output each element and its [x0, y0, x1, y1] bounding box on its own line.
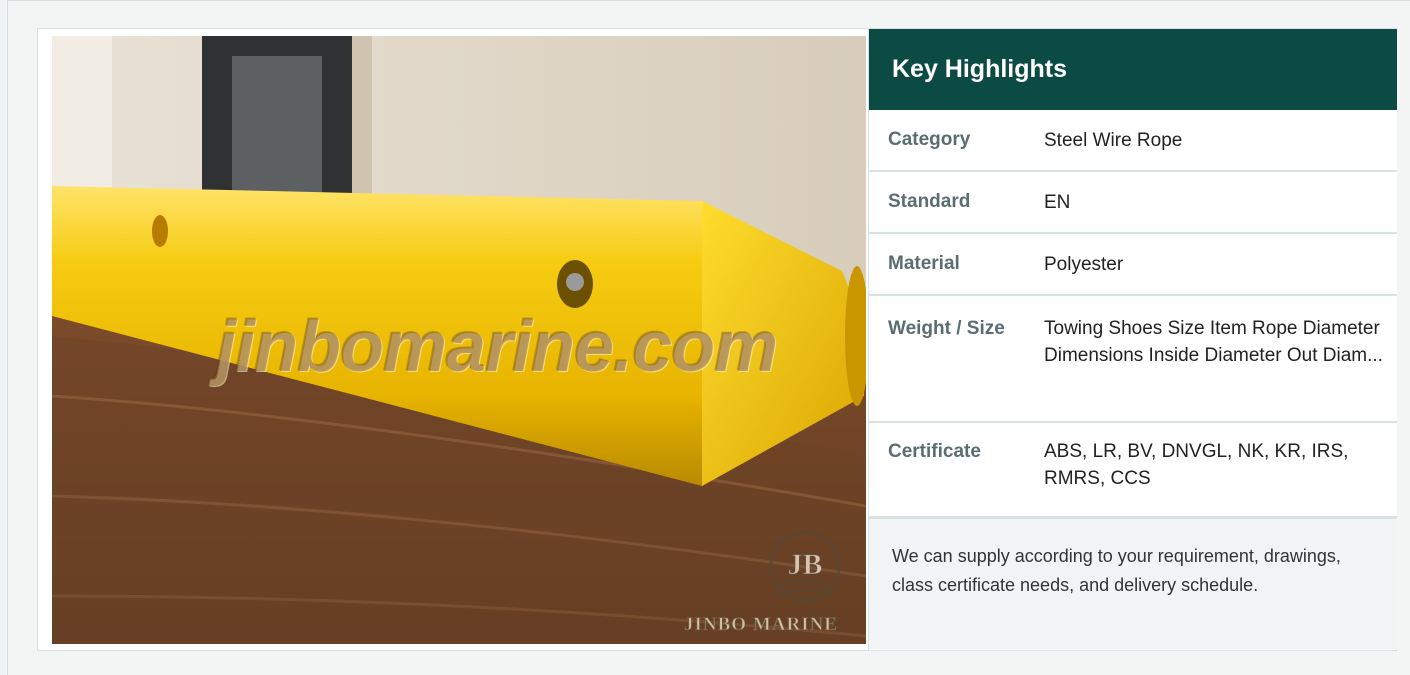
page-frame: jinbomarine.com JB JINBO MARINE Key High… [7, 0, 1410, 675]
spec-row-category: Category Steel Wire Rope [869, 110, 1397, 172]
watermark-text: jinbomarine.com [216, 307, 778, 387]
spec-label: Category [888, 129, 971, 150]
spec-label: Weight / Size [888, 318, 1005, 339]
product-photo: jinbomarine.com JB JINBO MARINE [52, 36, 866, 644]
spec-label: Material [888, 253, 960, 274]
spec-row-weight-size: Weight / Size Towing Shoes Size Item Rop… [869, 296, 1397, 423]
spec-value: ABS, LR, BV, DNVGL, NK, KR, IRS, RMRS, C… [1044, 441, 1349, 489]
spec-label: Standard [888, 191, 971, 212]
brand-mark: JB [787, 548, 822, 581]
spec-value: Polyester [1044, 253, 1124, 275]
key-highlights-panel: Key Highlights Category Steel Wire Rope … [868, 29, 1397, 650]
panel-header: Key Highlights [869, 29, 1397, 110]
spec-row-certificate: Certificate ABS, LR, BV, DNVGL, NK, KR, … [869, 423, 1397, 518]
spec-label: Certificate [888, 441, 981, 462]
panel-title: Key Highlights [892, 55, 1068, 83]
spec-value: Steel Wire Rope [1044, 129, 1183, 151]
spec-row-material: Material Polyester [869, 234, 1397, 296]
spec-row-standard: Standard EN [869, 172, 1397, 234]
spec-value: EN [1044, 191, 1071, 213]
product-card: jinbomarine.com JB JINBO MARINE Key High… [37, 28, 1397, 651]
brand-name: JINBO MARINE [684, 614, 838, 636]
spec-value: Towing Shoes Size Item Rope Diameter Dim… [1044, 318, 1383, 366]
supply-note: We can supply according to your requirem… [869, 518, 1397, 649]
